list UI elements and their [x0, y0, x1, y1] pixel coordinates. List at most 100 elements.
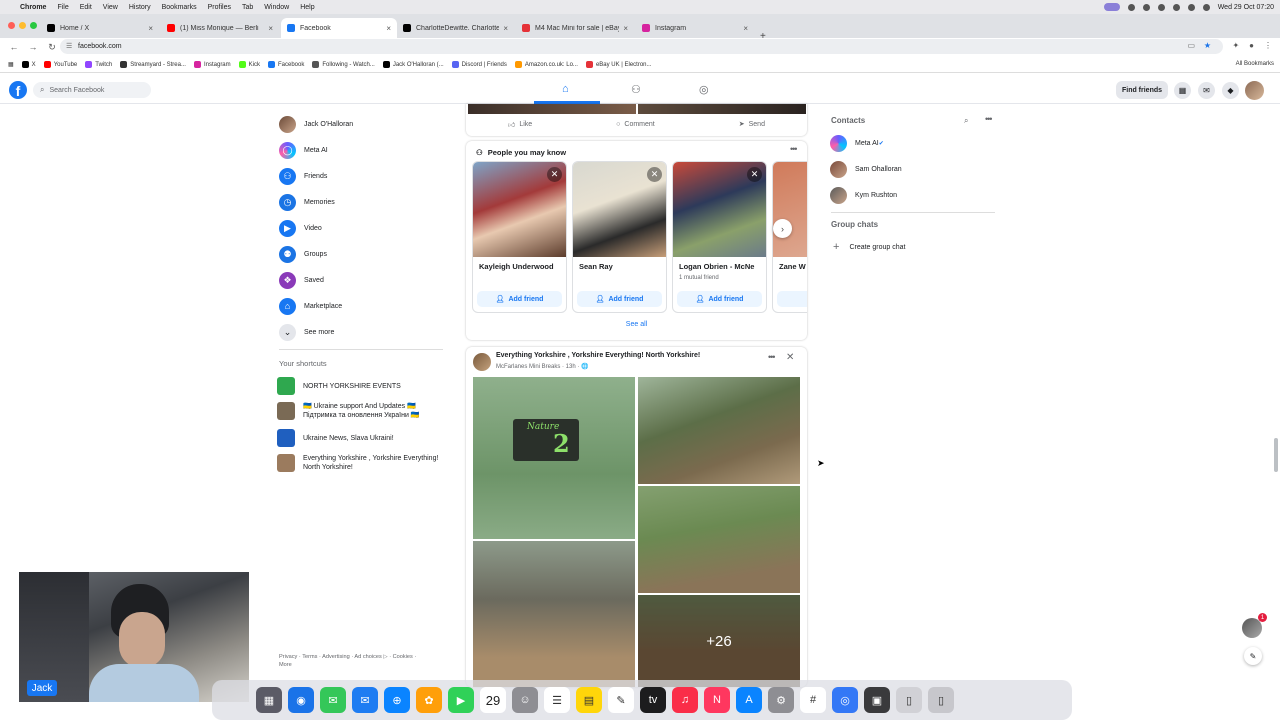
- close-tab-icon[interactable]: ×: [503, 24, 508, 33]
- hide-post-icon[interactable]: ✕: [786, 352, 794, 363]
- zoom-window-button[interactable]: [30, 22, 37, 29]
- dismiss-suggestion-icon[interactable]: ✕: [547, 167, 562, 182]
- bookmark-item[interactable]: Instagram: [193, 61, 231, 68]
- vpn-icon[interactable]: ◎: [832, 687, 858, 713]
- sidebar-item-saved[interactable]: ❖ Saved: [276, 269, 446, 291]
- close-window-button[interactable]: [8, 22, 15, 29]
- bookmark-item[interactable]: Discord | Friends: [451, 61, 507, 68]
- menu-edit[interactable]: Edit: [80, 4, 92, 11]
- close-tab-icon[interactable]: ×: [743, 24, 748, 33]
- menu-file[interactable]: File: [57, 4, 68, 11]
- create-group-chat-button[interactable]: + Create group chat: [833, 241, 905, 253]
- sidebar-item-marketplace[interactable]: ⌂ Marketplace: [276, 295, 446, 317]
- sidebar-item-memories[interactable]: ◷ Memories: [276, 191, 446, 213]
- cast-icon[interactable]: ▭: [1187, 41, 1195, 50]
- suggestion-photo[interactable]: ✕: [673, 162, 766, 257]
- bookmark-item[interactable]: X: [21, 61, 36, 68]
- post-photo-fence[interactable]: [638, 377, 800, 484]
- comment-button[interactable]: ○ Comment: [616, 121, 655, 128]
- status-icon[interactable]: [1142, 3, 1150, 11]
- menu-history[interactable]: History: [129, 4, 151, 11]
- group-avatar[interactable]: [473, 353, 491, 371]
- tab-facebook[interactable]: Facebook ×: [281, 18, 397, 38]
- minimize-window-button[interactable]: [19, 22, 26, 29]
- bookmark-item[interactable]: Kick: [238, 61, 260, 68]
- stream-deck-icon[interactable]: ▣: [864, 687, 890, 713]
- app-store-icon[interactable]: A: [736, 687, 762, 713]
- footer-links[interactable]: Privacy · Terms · Advertising · Ad choic…: [279, 653, 429, 669]
- site-info-icon[interactable]: ☰: [66, 42, 72, 50]
- search-input[interactable]: ⌕ Search Facebook: [33, 82, 151, 98]
- notes-icon[interactable]: ▤: [576, 687, 602, 713]
- contact-item[interactable]: Kym Rushton: [830, 186, 897, 204]
- back-button[interactable]: ←: [9, 42, 19, 52]
- facebook-logo-icon[interactable]: f: [9, 81, 27, 99]
- close-tab-icon[interactable]: ×: [386, 24, 391, 33]
- launchpad-icon[interactable]: ▦: [256, 687, 282, 713]
- post-options-icon[interactable]: •••: [768, 352, 776, 362]
- forward-button[interactable]: →: [28, 42, 38, 52]
- menu-help[interactable]: Help: [300, 4, 314, 11]
- chrome-menu-icon[interactable]: ⋮: [1264, 41, 1272, 50]
- bookmark-item[interactable]: Jack O'Halloran (...: [382, 61, 444, 68]
- reload-button[interactable]: ↻: [47, 42, 57, 53]
- page-scrollbar[interactable]: [1274, 438, 1278, 472]
- add-friend-button[interactable]: 👤︎ Add friend: [577, 291, 662, 307]
- close-tab-icon[interactable]: ×: [148, 24, 153, 33]
- search-icon[interactable]: [1187, 3, 1195, 11]
- wifi-icon[interactable]: [1172, 3, 1180, 11]
- safari-icon[interactable]: ⊕: [384, 687, 410, 713]
- send-button[interactable]: ➤ Send: [739, 120, 765, 129]
- contacts-options-icon[interactable]: •••: [985, 114, 993, 124]
- slack-icon[interactable]: #: [800, 687, 826, 713]
- contact-item[interactable]: Sam Ohalloran: [830, 160, 902, 178]
- extension-icon[interactable]: ✦: [1232, 41, 1239, 50]
- control-center-icon[interactable]: [1202, 3, 1210, 11]
- suggestion-photo[interactable]: [773, 162, 807, 257]
- suggestion-name[interactable]: Logan Obrien - McNe: [679, 262, 754, 271]
- menubar-clock[interactable]: Wed 29 Oct 07:20: [1218, 4, 1274, 11]
- bookmark-item[interactable]: YouTube: [43, 61, 77, 68]
- new-message-icon[interactable]: ✎: [1244, 647, 1262, 665]
- messenger-icon[interactable]: ✉: [1198, 82, 1215, 99]
- notifications-bell-icon[interactable]: ◆: [1222, 82, 1239, 99]
- tab-youtube[interactable]: (1) Miss Monique — Berli ×: [161, 18, 279, 38]
- profile-nav-icon[interactable]: ◎: [699, 83, 709, 96]
- post-photo-more[interactable]: +26: [638, 595, 800, 687]
- mail-icon[interactable]: ✉: [352, 687, 378, 713]
- reminders-icon[interactable]: ☰: [544, 687, 570, 713]
- shortcut-item[interactable]: Ukraine News, Slava Ukraini!: [277, 429, 447, 447]
- bookmark-item[interactable]: Following - Watch...: [312, 61, 375, 68]
- shortcut-item[interactable]: NORTH YORKSHIRE EVENTS: [277, 377, 447, 395]
- bookmark-item[interactable]: Facebook: [268, 61, 304, 68]
- chrome-icon[interactable]: ◉: [288, 687, 314, 713]
- freeform-icon[interactable]: ✎: [608, 687, 634, 713]
- dismiss-suggestion-icon[interactable]: ✕: [747, 167, 762, 182]
- downloads-icon[interactable]: ▯: [896, 687, 922, 713]
- shortcut-item[interactable]: Everything Yorkshire , Yorkshire Everyth…: [277, 454, 447, 472]
- suggestion-name[interactable]: Sean Ray: [579, 262, 613, 271]
- add-friend-button[interactable]: 👤︎ Add friend: [477, 291, 562, 307]
- suggestion-photo[interactable]: ✕: [573, 162, 666, 257]
- profile-icon[interactable]: ●: [1249, 41, 1254, 50]
- photos-icon[interactable]: ✿: [416, 687, 442, 713]
- bookmark-item[interactable]: Streamyard - Strea...: [120, 61, 186, 68]
- music-icon[interactable]: ♫: [672, 687, 698, 713]
- sidebar-item-groups[interactable]: ⚉ Groups: [276, 243, 446, 265]
- more-photos-count[interactable]: +26: [638, 595, 800, 687]
- account-avatar[interactable]: [1245, 81, 1264, 100]
- sidebar-item-meta-ai[interactable]: ◯ Meta AI: [276, 139, 446, 161]
- friends-nav-icon[interactable]: ⚇: [631, 83, 641, 96]
- contacts-icon[interactable]: ☺: [512, 687, 538, 713]
- menu-grid-icon[interactable]: ▦: [1174, 82, 1191, 99]
- facetime-icon[interactable]: ▶: [448, 687, 474, 713]
- see-all-link[interactable]: See all: [466, 321, 807, 328]
- bookmark-star-icon[interactable]: ★: [1204, 41, 1211, 50]
- menu-view[interactable]: View: [103, 4, 118, 11]
- add-friend-button[interactable]: 👤︎: [777, 291, 807, 307]
- post-photo-walkway[interactable]: [473, 541, 635, 687]
- menu-chrome[interactable]: Chrome: [20, 4, 46, 11]
- shortcut-item[interactable]: 🇺🇦 Ukraine support And Updates 🇺🇦 Підтри…: [277, 402, 447, 420]
- tab-ebay[interactable]: M4 Mac Mini for sale | eBay ×: [516, 18, 634, 38]
- close-tab-icon[interactable]: ×: [268, 24, 273, 33]
